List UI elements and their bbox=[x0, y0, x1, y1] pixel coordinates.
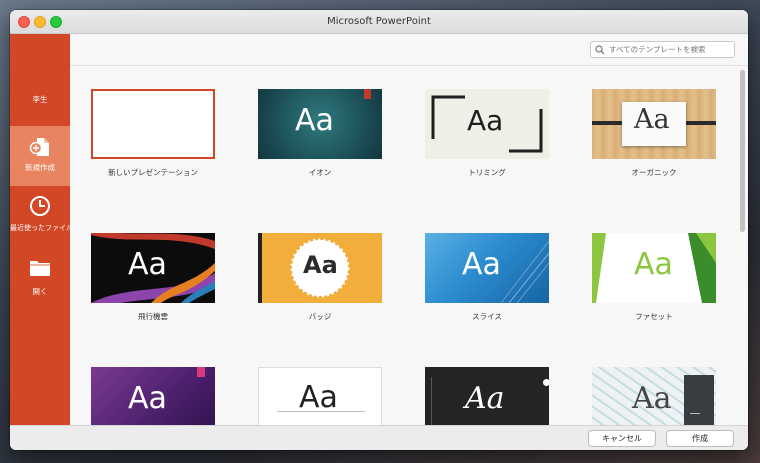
search-field[interactable] bbox=[590, 41, 735, 58]
sidebar-item-recent[interactable]: 最近使ったファイル bbox=[10, 186, 73, 248]
scrollbar[interactable] bbox=[738, 66, 748, 425]
template-thumbnail: Aa bbox=[425, 233, 549, 303]
template-label: ファセット bbox=[635, 312, 673, 321]
template-tile[interactable]: Aa オーガニック bbox=[592, 89, 716, 178]
sidebar-item-open[interactable]: 開く bbox=[10, 248, 70, 310]
preview-text: Aa bbox=[128, 247, 167, 282]
preview-text: Aa bbox=[634, 247, 673, 282]
preview-text: Aa bbox=[467, 104, 504, 137]
search-input[interactable] bbox=[609, 43, 731, 56]
sidebar-item-new[interactable]: 新規作成 bbox=[10, 126, 70, 186]
template-tile[interactable]: 新しいプレゼンテーション bbox=[91, 89, 215, 178]
template-thumbnail: Aa bbox=[91, 233, 215, 303]
sidebar-item-label: 最近使ったファイル bbox=[10, 224, 73, 232]
preview-text: Aa bbox=[128, 381, 167, 416]
template-label: イオン bbox=[308, 168, 332, 177]
title-bar: Microsoft PowerPoint bbox=[10, 10, 748, 34]
template-thumbnail: Aa bbox=[592, 233, 716, 303]
template-tile[interactable]: Aa ファセット bbox=[592, 233, 716, 322]
sidebar: 李生 新規作成 最近使ったファイル 開く bbox=[10, 34, 73, 425]
sidebar-item-account[interactable]: 李生 bbox=[10, 64, 70, 126]
scrollbar-thumb[interactable] bbox=[740, 70, 745, 232]
new-document-icon bbox=[29, 138, 49, 156]
search-bar bbox=[70, 34, 748, 66]
template-thumbnail: Aa bbox=[425, 89, 549, 159]
template-thumbnail: Aa bbox=[258, 233, 382, 303]
template-tile[interactable]: Aa スライス bbox=[425, 233, 549, 322]
template-tile[interactable]: Aa イオン bbox=[258, 89, 382, 178]
preview-text: Aa bbox=[303, 251, 338, 279]
template-tile[interactable]: Aa バッジ bbox=[258, 233, 382, 322]
sidebar-item-label: 開く bbox=[32, 287, 48, 296]
template-label: トリミング bbox=[468, 168, 506, 177]
preview-text: Aa bbox=[462, 247, 501, 282]
create-button[interactable]: 作成 bbox=[666, 430, 734, 447]
template-label: スライス bbox=[472, 312, 502, 321]
template-label: バッジ bbox=[308, 312, 332, 321]
preview-text: Aa bbox=[295, 103, 334, 138]
template-thumbnail: Aa bbox=[258, 89, 382, 159]
template-tile[interactable]: Aa 飛行機雲 bbox=[91, 233, 215, 322]
template-thumbnail bbox=[91, 89, 215, 159]
clock-icon bbox=[30, 196, 50, 216]
template-label: 飛行機雲 bbox=[138, 312, 168, 321]
search-icon bbox=[595, 45, 605, 55]
sidebar-item-label: 新規作成 bbox=[25, 163, 55, 172]
sidebar-item-label: 李生 bbox=[32, 95, 48, 104]
window-title: Microsoft PowerPoint bbox=[327, 16, 431, 27]
cancel-button[interactable]: キャンセル bbox=[588, 430, 656, 447]
preview-text: Aa bbox=[634, 104, 670, 135]
template-tile[interactable]: Aa トリミング bbox=[425, 89, 549, 178]
folder-icon bbox=[30, 261, 50, 276]
template-label: 新しいプレゼンテーション bbox=[108, 168, 198, 177]
template-label: オーガニック bbox=[631, 168, 677, 177]
powerpoint-window: Microsoft PowerPoint 李生 新規作成 最近使ったファイル 開… bbox=[10, 10, 748, 450]
template-thumbnail: Aa bbox=[592, 89, 716, 159]
template-gallery: 新しいプレゼンテーション Aa イオン Aa トリミング bbox=[70, 34, 748, 437]
preview-text: Aa bbox=[299, 380, 338, 415]
bottom-bar: キャンセル 作成 bbox=[10, 425, 748, 450]
preview-text: Aa bbox=[465, 381, 505, 416]
preview-text: Aa bbox=[632, 381, 672, 416]
